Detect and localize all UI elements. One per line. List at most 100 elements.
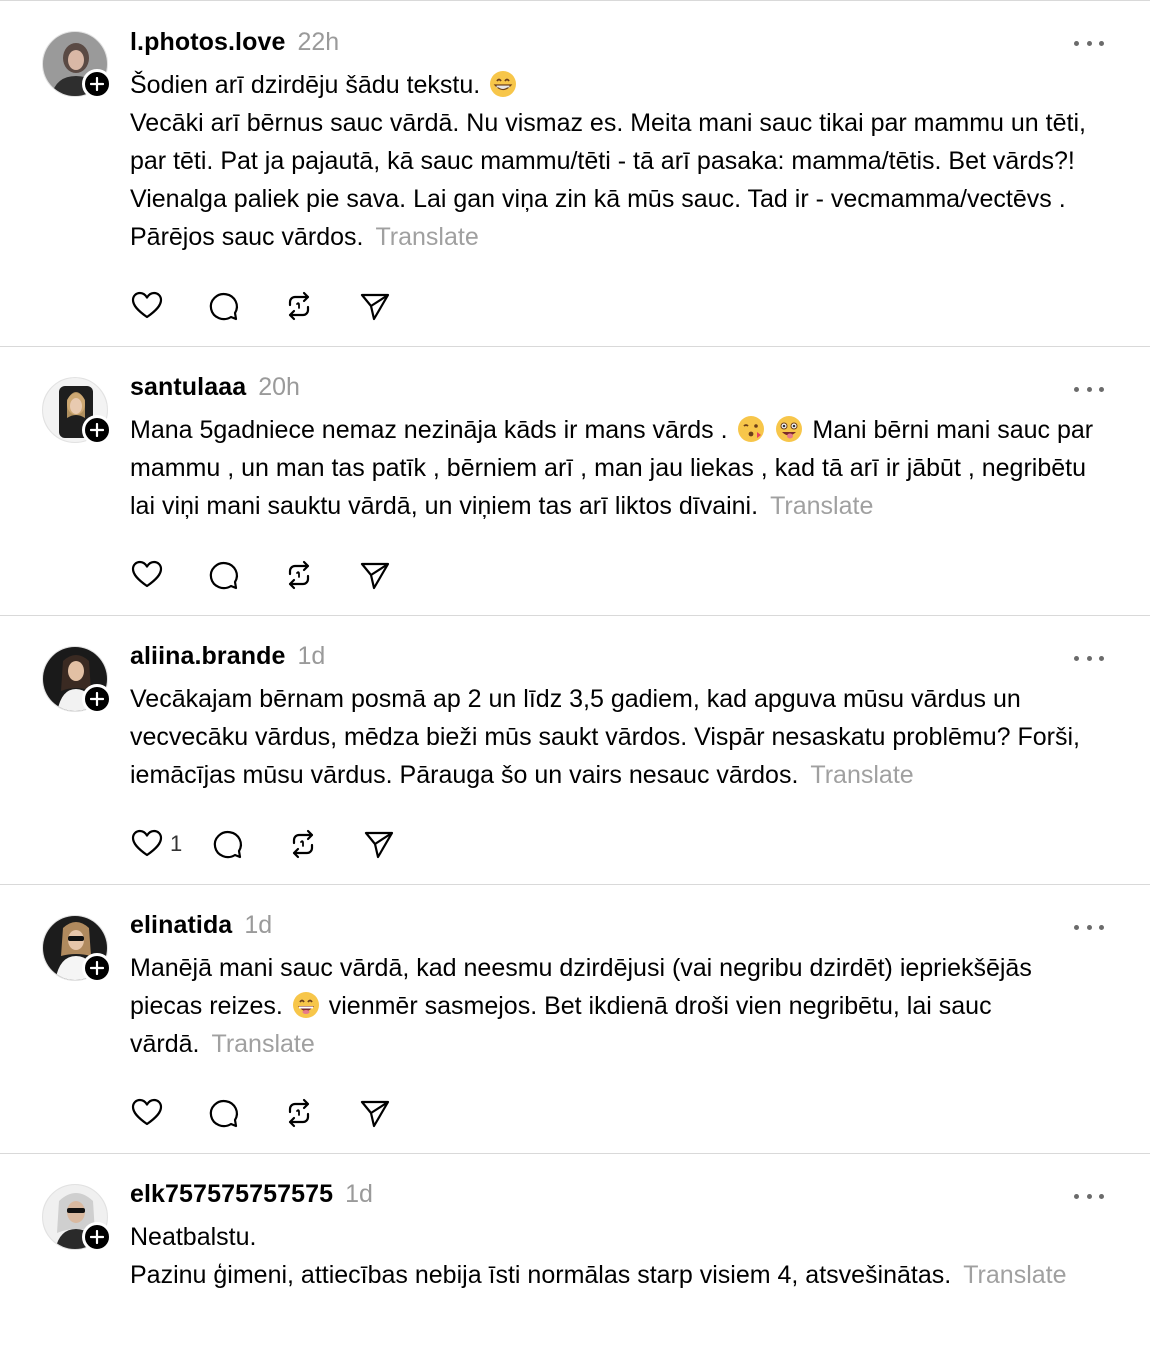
post-timestamp[interactable]: 20h: [258, 373, 300, 402]
avatar-container[interactable]: [42, 377, 112, 445]
plus-icon: [90, 692, 104, 706]
repost-button[interactable]: [282, 1096, 316, 1130]
translate-link[interactable]: Translate: [810, 761, 913, 789]
avatar-container[interactable]: [42, 31, 112, 99]
thread-replies-feed: l.photos.love 22h Šodien arī dzirdēju šā…: [0, 0, 1150, 1359]
share-button[interactable]: [358, 558, 392, 592]
repost-button[interactable]: [282, 289, 316, 323]
like-button[interactable]: [130, 289, 164, 323]
post-body: Šodien arī dzirdēju šādu tekstu. Vecāki …: [130, 66, 1104, 256]
repost-icon: [288, 560, 310, 590]
post-timestamp[interactable]: 1d: [345, 1180, 373, 1209]
post-text: Vecākajam bērnam posmā ap 2 un līdz 3,5 …: [130, 685, 1087, 789]
heart-icon: [131, 829, 163, 857]
share-icon: [365, 831, 394, 859]
post-actions: [130, 1093, 1104, 1133]
face-blowing-kiss-emoji-icon: [737, 416, 764, 442]
comment-icon: [209, 1100, 238, 1128]
post-timestamp[interactable]: 22h: [297, 28, 339, 57]
share-icon: [360, 562, 390, 590]
follow-button[interactable]: [82, 1222, 112, 1252]
translate-link[interactable]: Translate: [375, 223, 478, 251]
plus-icon: [90, 423, 104, 437]
more-icon: [1074, 40, 1079, 46]
comment-icon: [209, 562, 238, 590]
follow-button[interactable]: [82, 69, 112, 99]
post-body: Manējā mani sauc vārdā, kad neesmu dzird…: [130, 949, 1104, 1063]
grinning-emoji-icon: [490, 71, 517, 97]
more-options-button[interactable]: [1074, 377, 1104, 401]
like-button[interactable]: [130, 1096, 164, 1130]
username-link[interactable]: l.photos.love: [130, 28, 285, 57]
plus-icon: [90, 1230, 104, 1244]
follow-button[interactable]: [82, 953, 112, 983]
share-button[interactable]: [358, 1096, 392, 1130]
translate-link[interactable]: Translate: [770, 492, 873, 520]
reply-post: elk757575757575 1d Neatbalstu. Pazinu ģi…: [0, 1154, 1150, 1359]
reply-post: aliina.brande 1d Vecākajam bērnam posmā …: [0, 616, 1150, 885]
more-icon: [1074, 655, 1079, 661]
more-options-button[interactable]: [1074, 646, 1104, 670]
post-actions: [130, 555, 1104, 595]
username-link[interactable]: aliina.brande: [130, 642, 286, 671]
zany-face-emoji-icon: [776, 416, 803, 442]
post-header: aliina.brande 1d: [130, 642, 1104, 676]
like-button[interactable]: 1: [130, 827, 182, 861]
reply-button[interactable]: [206, 558, 240, 592]
follow-button[interactable]: [82, 415, 112, 445]
repost-button[interactable]: [282, 558, 316, 592]
heart-icon: [131, 291, 163, 319]
username-link[interactable]: santulaaa: [130, 373, 246, 402]
like-count: 1: [170, 831, 183, 856]
username-link[interactable]: elinatida: [130, 911, 232, 940]
reply-button[interactable]: [210, 827, 244, 861]
reply-button[interactable]: [206, 1096, 240, 1130]
comment-icon: [214, 831, 243, 859]
reply-post: santulaaa 20h Mana 5gadniece nemaz nezin…: [0, 347, 1150, 616]
plus-icon: [90, 77, 104, 91]
post-header: elinatida 1d: [130, 911, 1104, 945]
plus-icon: [90, 961, 104, 975]
more-options-button[interactable]: [1074, 31, 1104, 55]
translate-link[interactable]: Translate: [211, 1030, 314, 1058]
more-options-button[interactable]: [1074, 1184, 1104, 1208]
share-icon: [360, 1100, 390, 1128]
more-icon: [1074, 386, 1079, 392]
follow-button[interactable]: [82, 684, 112, 714]
avatar-container[interactable]: [42, 915, 112, 983]
post-text: Neatbalstu.: [130, 1223, 257, 1251]
reply-post: l.photos.love 22h Šodien arī dzirdēju šā…: [0, 1, 1150, 347]
post-header: santulaaa 20h: [130, 373, 1104, 407]
comment-icon: [209, 293, 238, 321]
more-icon: [1074, 1193, 1079, 1199]
post-body: Vecākajam bērnam posmā ap 2 un līdz 3,5 …: [130, 680, 1104, 794]
repost-icon: [293, 829, 314, 859]
grinning-face-emoji-icon: [292, 992, 319, 1018]
post-header: elk757575757575 1d: [130, 1180, 1104, 1214]
heart-icon: [131, 1098, 163, 1126]
heart-icon: [131, 560, 163, 588]
post-timestamp[interactable]: 1d: [244, 911, 272, 940]
reply-post: elinatida 1d Manējā mani sauc vārdā, kad…: [0, 885, 1150, 1154]
post-actions: [130, 286, 1104, 326]
post-actions: 1: [130, 824, 1104, 864]
translate-link[interactable]: Translate: [963, 1261, 1066, 1289]
repost-icon: [288, 291, 310, 321]
post-header: l.photos.love 22h: [130, 28, 1104, 62]
more-options-button[interactable]: [1074, 915, 1104, 939]
post-body: Mana 5gadniece nemaz nezināja kāds ir ma…: [130, 411, 1104, 525]
share-button[interactable]: [358, 289, 392, 323]
share-button[interactable]: [362, 827, 396, 861]
avatar-container[interactable]: [42, 646, 112, 714]
avatar-container[interactable]: [42, 1184, 112, 1252]
username-link[interactable]: elk757575757575: [130, 1180, 333, 1209]
post-timestamp[interactable]: 1d: [298, 642, 326, 671]
reply-button[interactable]: [206, 289, 240, 323]
like-button[interactable]: [130, 558, 164, 592]
more-icon: [1074, 924, 1079, 930]
share-icon: [360, 293, 390, 321]
post-text: Šodien arī dzirdēju šādu tekstu.: [130, 71, 488, 99]
post-text: Mana 5gadniece nemaz nezināja kāds ir ma…: [130, 416, 735, 444]
post-text: Vecāki arī bērnus sauc vārdā. Nu vismaz …: [130, 109, 1093, 251]
repost-button[interactable]: [286, 827, 320, 861]
